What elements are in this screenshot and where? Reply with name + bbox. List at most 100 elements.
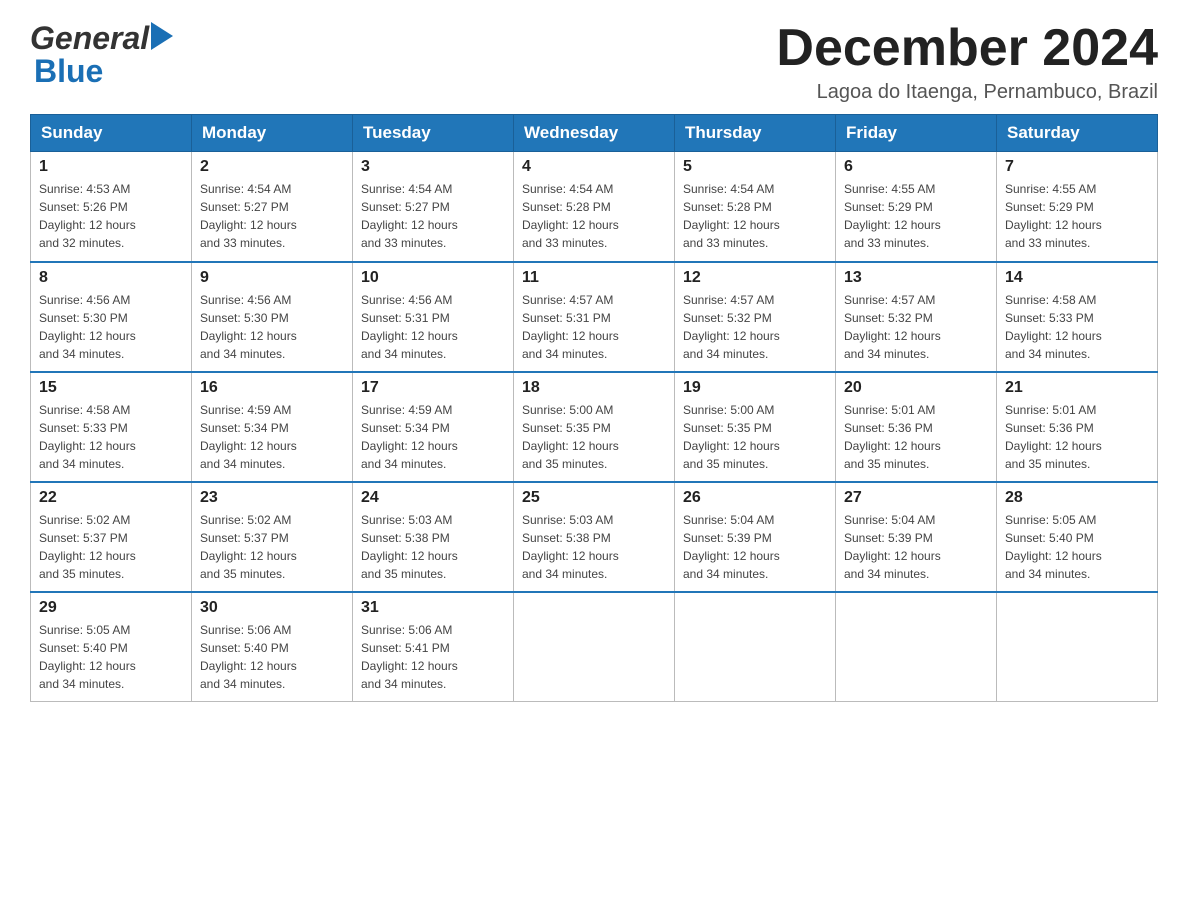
day-info: Sunrise: 5:06 AMSunset: 5:41 PMDaylight:… <box>361 623 458 691</box>
calendar-day-cell: 7 Sunrise: 4:55 AMSunset: 5:29 PMDayligh… <box>997 152 1158 262</box>
calendar-day-cell: 17 Sunrise: 4:59 AMSunset: 5:34 PMDaylig… <box>353 372 514 482</box>
calendar-day-cell: 16 Sunrise: 4:59 AMSunset: 5:34 PMDaylig… <box>192 372 353 482</box>
month-title: December 2024 <box>776 20 1158 77</box>
day-number: 31 <box>361 599 505 617</box>
weekday-header-friday: Friday <box>836 115 997 152</box>
calendar-day-cell: 21 Sunrise: 5:01 AMSunset: 5:36 PMDaylig… <box>997 372 1158 482</box>
day-info: Sunrise: 5:01 AMSunset: 5:36 PMDaylight:… <box>844 403 941 471</box>
weekday-header-monday: Monday <box>192 115 353 152</box>
day-info: Sunrise: 5:05 AMSunset: 5:40 PMDaylight:… <box>39 623 136 691</box>
day-info: Sunrise: 4:56 AMSunset: 5:31 PMDaylight:… <box>361 293 458 361</box>
day-info: Sunrise: 4:55 AMSunset: 5:29 PMDaylight:… <box>1005 182 1102 250</box>
calendar-day-cell: 4 Sunrise: 4:54 AMSunset: 5:28 PMDayligh… <box>514 152 675 262</box>
day-number: 29 <box>39 599 183 617</box>
day-info: Sunrise: 5:05 AMSunset: 5:40 PMDaylight:… <box>1005 513 1102 581</box>
day-info: Sunrise: 5:03 AMSunset: 5:38 PMDaylight:… <box>522 513 619 581</box>
day-number: 1 <box>39 158 183 176</box>
day-number: 21 <box>1005 379 1149 397</box>
day-info: Sunrise: 4:54 AMSunset: 5:28 PMDaylight:… <box>683 182 780 250</box>
day-number: 23 <box>200 489 344 507</box>
calendar-day-cell: 18 Sunrise: 5:00 AMSunset: 5:35 PMDaylig… <box>514 372 675 482</box>
title-section: December 2024 Lagoa do Itaenga, Pernambu… <box>776 20 1158 104</box>
day-number: 24 <box>361 489 505 507</box>
weekday-header-thursday: Thursday <box>675 115 836 152</box>
page-header: General Blue December 2024 Lagoa do Itae… <box>30 20 1158 104</box>
day-info: Sunrise: 5:06 AMSunset: 5:40 PMDaylight:… <box>200 623 297 691</box>
calendar-day-cell: 11 Sunrise: 4:57 AMSunset: 5:31 PMDaylig… <box>514 262 675 372</box>
calendar-day-cell <box>675 592 836 702</box>
calendar-day-cell: 13 Sunrise: 4:57 AMSunset: 5:32 PMDaylig… <box>836 262 997 372</box>
weekday-header-row: SundayMondayTuesdayWednesdayThursdayFrid… <box>31 115 1158 152</box>
day-info: Sunrise: 4:57 AMSunset: 5:31 PMDaylight:… <box>522 293 619 361</box>
day-info: Sunrise: 4:59 AMSunset: 5:34 PMDaylight:… <box>200 403 297 471</box>
day-number: 26 <box>683 489 827 507</box>
calendar-day-cell: 20 Sunrise: 5:01 AMSunset: 5:36 PMDaylig… <box>836 372 997 482</box>
calendar-day-cell: 25 Sunrise: 5:03 AMSunset: 5:38 PMDaylig… <box>514 482 675 592</box>
calendar-day-cell: 14 Sunrise: 4:58 AMSunset: 5:33 PMDaylig… <box>997 262 1158 372</box>
calendar-day-cell: 12 Sunrise: 4:57 AMSunset: 5:32 PMDaylig… <box>675 262 836 372</box>
day-info: Sunrise: 4:57 AMSunset: 5:32 PMDaylight:… <box>844 293 941 361</box>
weekday-header-wednesday: Wednesday <box>514 115 675 152</box>
day-number: 9 <box>200 269 344 287</box>
day-info: Sunrise: 5:00 AMSunset: 5:35 PMDaylight:… <box>522 403 619 471</box>
calendar-day-cell: 6 Sunrise: 4:55 AMSunset: 5:29 PMDayligh… <box>836 152 997 262</box>
day-info: Sunrise: 5:04 AMSunset: 5:39 PMDaylight:… <box>844 513 941 581</box>
day-info: Sunrise: 4:56 AMSunset: 5:30 PMDaylight:… <box>39 293 136 361</box>
calendar-week-row: 22 Sunrise: 5:02 AMSunset: 5:37 PMDaylig… <box>31 482 1158 592</box>
day-info: Sunrise: 4:59 AMSunset: 5:34 PMDaylight:… <box>361 403 458 471</box>
day-number: 30 <box>200 599 344 617</box>
day-number: 27 <box>844 489 988 507</box>
logo-triangle-icon <box>151 22 173 50</box>
calendar-day-cell: 29 Sunrise: 5:05 AMSunset: 5:40 PMDaylig… <box>31 592 192 702</box>
day-info: Sunrise: 5:03 AMSunset: 5:38 PMDaylight:… <box>361 513 458 581</box>
calendar-day-cell: 28 Sunrise: 5:05 AMSunset: 5:40 PMDaylig… <box>997 482 1158 592</box>
calendar-day-cell <box>836 592 997 702</box>
calendar-week-row: 1 Sunrise: 4:53 AMSunset: 5:26 PMDayligh… <box>31 152 1158 262</box>
logo-general: General <box>30 20 149 57</box>
day-info: Sunrise: 4:58 AMSunset: 5:33 PMDaylight:… <box>1005 293 1102 361</box>
day-info: Sunrise: 4:54 AMSunset: 5:28 PMDaylight:… <box>522 182 619 250</box>
calendar-day-cell: 26 Sunrise: 5:04 AMSunset: 5:39 PMDaylig… <box>675 482 836 592</box>
calendar-day-cell: 31 Sunrise: 5:06 AMSunset: 5:41 PMDaylig… <box>353 592 514 702</box>
day-info: Sunrise: 4:56 AMSunset: 5:30 PMDaylight:… <box>200 293 297 361</box>
calendar-day-cell: 10 Sunrise: 4:56 AMSunset: 5:31 PMDaylig… <box>353 262 514 372</box>
calendar-day-cell: 30 Sunrise: 5:06 AMSunset: 5:40 PMDaylig… <box>192 592 353 702</box>
calendar-day-cell: 22 Sunrise: 5:02 AMSunset: 5:37 PMDaylig… <box>31 482 192 592</box>
day-number: 2 <box>200 158 344 176</box>
day-number: 10 <box>361 269 505 287</box>
day-info: Sunrise: 4:54 AMSunset: 5:27 PMDaylight:… <box>361 182 458 250</box>
location: Lagoa do Itaenga, Pernambuco, Brazil <box>776 81 1158 104</box>
day-info: Sunrise: 5:04 AMSunset: 5:39 PMDaylight:… <box>683 513 780 581</box>
day-number: 25 <box>522 489 666 507</box>
day-number: 17 <box>361 379 505 397</box>
calendar-day-cell: 5 Sunrise: 4:54 AMSunset: 5:28 PMDayligh… <box>675 152 836 262</box>
day-info: Sunrise: 4:55 AMSunset: 5:29 PMDaylight:… <box>844 182 941 250</box>
calendar-day-cell: 27 Sunrise: 5:04 AMSunset: 5:39 PMDaylig… <box>836 482 997 592</box>
calendar-day-cell: 24 Sunrise: 5:03 AMSunset: 5:38 PMDaylig… <box>353 482 514 592</box>
day-number: 8 <box>39 269 183 287</box>
day-number: 22 <box>39 489 183 507</box>
day-number: 14 <box>1005 269 1149 287</box>
day-number: 20 <box>844 379 988 397</box>
day-number: 4 <box>522 158 666 176</box>
calendar-day-cell: 15 Sunrise: 4:58 AMSunset: 5:33 PMDaylig… <box>31 372 192 482</box>
calendar-table: SundayMondayTuesdayWednesdayThursdayFrid… <box>30 114 1158 702</box>
day-number: 7 <box>1005 158 1149 176</box>
calendar-week-row: 29 Sunrise: 5:05 AMSunset: 5:40 PMDaylig… <box>31 592 1158 702</box>
day-info: Sunrise: 4:53 AMSunset: 5:26 PMDaylight:… <box>39 182 136 250</box>
day-info: Sunrise: 5:01 AMSunset: 5:36 PMDaylight:… <box>1005 403 1102 471</box>
calendar-day-cell: 19 Sunrise: 5:00 AMSunset: 5:35 PMDaylig… <box>675 372 836 482</box>
day-number: 16 <box>200 379 344 397</box>
day-number: 28 <box>1005 489 1149 507</box>
day-number: 13 <box>844 269 988 287</box>
day-number: 18 <box>522 379 666 397</box>
day-number: 19 <box>683 379 827 397</box>
day-number: 3 <box>361 158 505 176</box>
calendar-week-row: 15 Sunrise: 4:58 AMSunset: 5:33 PMDaylig… <box>31 372 1158 482</box>
day-number: 11 <box>522 269 666 287</box>
logo: General Blue <box>30 20 173 90</box>
day-info: Sunrise: 5:00 AMSunset: 5:35 PMDaylight:… <box>683 403 780 471</box>
calendar-day-cell: 2 Sunrise: 4:54 AMSunset: 5:27 PMDayligh… <box>192 152 353 262</box>
weekday-header-tuesday: Tuesday <box>353 115 514 152</box>
calendar-week-row: 8 Sunrise: 4:56 AMSunset: 5:30 PMDayligh… <box>31 262 1158 372</box>
